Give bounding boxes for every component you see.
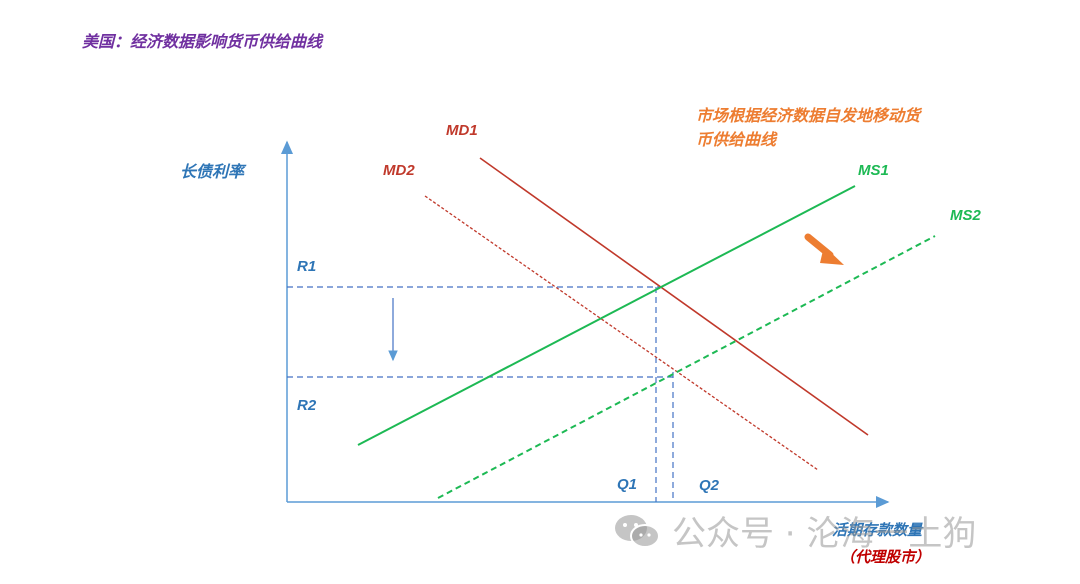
md1-curve [479,157,869,436]
shift-annotation-line1: 市场根据经济数据自发地移动货 [696,106,921,125]
y-axis-label: 长债利率 [180,162,245,181]
watermark: 公众号 · 沦海一土狗 [612,506,976,555]
ms1-label: MS1 [858,162,889,179]
r1-label: R1 [297,258,317,275]
ms2-curve [437,235,936,499]
q2-label: Q2 [699,477,720,494]
shift-annotation-line2: 币供给曲线 [696,130,777,149]
md2-label: MD2 [383,162,415,179]
q1-label: Q1 [617,476,638,493]
md1-label: MD1 [446,122,478,139]
ms1-curve [357,185,856,446]
watermark-text: 公众号 · 沦海一土狗 [672,514,977,554]
r2-label: R2 [297,397,317,414]
supply-demand-diagram [281,140,936,508]
ms2-label: MS2 [950,207,981,224]
wechat-icon [615,514,660,548]
shift-arrow-icon [804,233,844,265]
shift-annotation: 市场根据经济数据自发地移动货 币供给曲线 [696,104,920,152]
